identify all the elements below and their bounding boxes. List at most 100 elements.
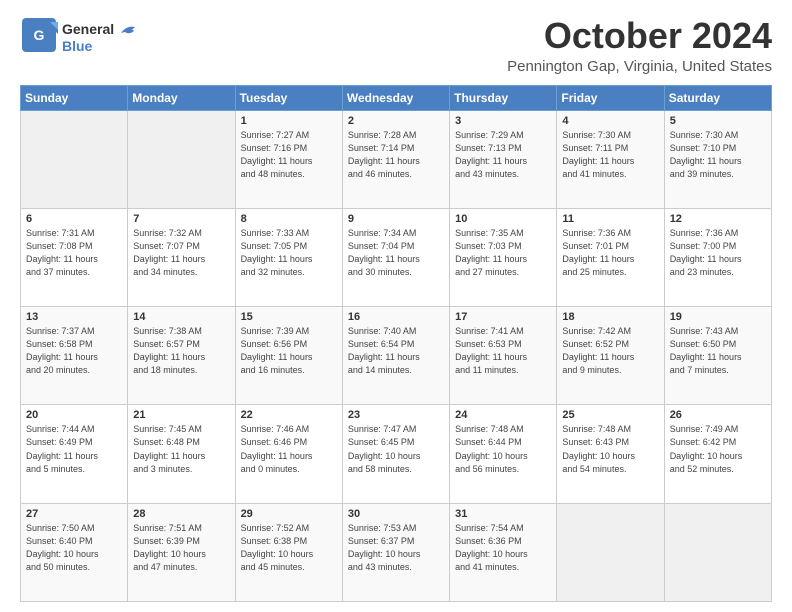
svg-text:G: G xyxy=(34,27,45,43)
logo-blue: Blue xyxy=(62,38,137,55)
calendar-week-row: 20 Sunrise: 7:44 AM Sunset: 6:49 PM Dayli… xyxy=(21,405,772,503)
day-number: 26 xyxy=(670,409,766,421)
day-number: 30 xyxy=(348,508,444,520)
day-info: Sunrise: 7:38 AM Sunset: 6:57 PM Dayligh… xyxy=(133,325,229,377)
weekday-header-tuesday: Tuesday xyxy=(235,85,342,110)
day-number: 18 xyxy=(562,311,658,323)
calendar-cell: 26 Sunrise: 7:49 AM Sunset: 6:42 PM Dayli… xyxy=(664,405,771,503)
day-info: Sunrise: 7:48 AM Sunset: 6:43 PM Dayligh… xyxy=(562,423,658,475)
month-title: October 2024 xyxy=(507,16,772,56)
day-info: Sunrise: 7:33 AM Sunset: 7:05 PM Dayligh… xyxy=(241,227,337,279)
weekday-header-wednesday: Wednesday xyxy=(342,85,449,110)
calendar-table: SundayMondayTuesdayWednesdayThursdayFrid… xyxy=(20,85,772,602)
day-number: 5 xyxy=(670,115,766,127)
day-number: 4 xyxy=(562,115,658,127)
day-number: 9 xyxy=(348,213,444,225)
calendar-cell: 15Sunrise: 7:39 AM Sunset: 6:56 PM Dayli… xyxy=(235,307,342,405)
calendar-cell: 11 Sunrise: 7:36 AM Sunset: 7:01 PM Dayli… xyxy=(557,208,664,306)
day-info: Sunrise: 7:41 AM Sunset: 6:53 PM Dayligh… xyxy=(455,325,551,377)
day-info: Sunrise: 7:44 AM Sunset: 6:49 PM Dayligh… xyxy=(26,423,122,475)
day-info: Sunrise: 7:53 AM Sunset: 6:37 PM Dayligh… xyxy=(348,522,444,574)
calendar-cell: 13 Sunrise: 7:37 AM Sunset: 6:58 PM Dayli… xyxy=(21,307,128,405)
day-info: Sunrise: 7:30 AM Sunset: 7:10 PM Dayligh… xyxy=(670,129,766,181)
calendar-cell: 17Sunrise: 7:41 AM Sunset: 6:53 PM Dayli… xyxy=(450,307,557,405)
calendar-week-row: 6Sunrise: 7:31 AM Sunset: 7:08 PM Daylig… xyxy=(21,208,772,306)
calendar-cell: 20 Sunrise: 7:44 AM Sunset: 6:49 PM Dayli… xyxy=(21,405,128,503)
day-number: 22 xyxy=(241,409,337,421)
calendar-cell: 12Sunrise: 7:36 AM Sunset: 7:00 PM Dayli… xyxy=(664,208,771,306)
day-number: 3 xyxy=(455,115,551,127)
calendar-cell: 1Sunrise: 7:27 AM Sunset: 7:16 PM Daylig… xyxy=(235,110,342,208)
calendar-cell: 18 Sunrise: 7:42 AM Sunset: 6:52 PM Dayli… xyxy=(557,307,664,405)
calendar-cell xyxy=(128,110,235,208)
day-number: 1 xyxy=(241,115,337,127)
day-info: Sunrise: 7:52 AM Sunset: 6:38 PM Dayligh… xyxy=(241,522,337,574)
logo: G General Blue xyxy=(20,16,137,59)
day-number: 11 xyxy=(562,213,658,225)
calendar-cell: 3Sunrise: 7:29 AM Sunset: 7:13 PM Daylig… xyxy=(450,110,557,208)
day-info: Sunrise: 7:43 AM Sunset: 6:50 PM Dayligh… xyxy=(670,325,766,377)
calendar-cell: 16Sunrise: 7:40 AM Sunset: 6:54 PM Dayli… xyxy=(342,307,449,405)
calendar-cell: 5 Sunrise: 7:30 AM Sunset: 7:10 PM Daylig… xyxy=(664,110,771,208)
day-info: Sunrise: 7:46 AM Sunset: 6:46 PM Dayligh… xyxy=(241,423,337,475)
day-info: Sunrise: 7:51 AM Sunset: 6:39 PM Dayligh… xyxy=(133,522,229,574)
day-info: Sunrise: 7:35 AM Sunset: 7:03 PM Dayligh… xyxy=(455,227,551,279)
day-number: 13 xyxy=(26,311,122,323)
day-info: Sunrise: 7:49 AM Sunset: 6:42 PM Dayligh… xyxy=(670,423,766,475)
calendar-cell: 23 Sunrise: 7:47 AM Sunset: 6:45 PM Dayli… xyxy=(342,405,449,503)
calendar-cell: 10 Sunrise: 7:35 AM Sunset: 7:03 PM Dayli… xyxy=(450,208,557,306)
day-number: 27 xyxy=(26,508,122,520)
day-info: Sunrise: 7:36 AM Sunset: 7:01 PM Dayligh… xyxy=(562,227,658,279)
logo-bird-icon xyxy=(119,23,137,37)
day-number: 29 xyxy=(241,508,337,520)
day-number: 8 xyxy=(241,213,337,225)
weekday-header-sunday: Sunday xyxy=(21,85,128,110)
day-info: Sunrise: 7:31 AM Sunset: 7:08 PM Dayligh… xyxy=(26,227,122,279)
day-info: Sunrise: 7:32 AM Sunset: 7:07 PM Dayligh… xyxy=(133,227,229,279)
calendar-cell: 29 Sunrise: 7:52 AM Sunset: 6:38 PM Dayli… xyxy=(235,503,342,601)
calendar-cell: 7Sunrise: 7:32 AM Sunset: 7:07 PM Daylig… xyxy=(128,208,235,306)
calendar-cell xyxy=(21,110,128,208)
logo-icon: G xyxy=(20,16,58,54)
day-number: 31 xyxy=(455,508,551,520)
weekday-header-saturday: Saturday xyxy=(664,85,771,110)
day-number: 21 xyxy=(133,409,229,421)
day-info: Sunrise: 7:37 AM Sunset: 6:58 PM Dayligh… xyxy=(26,325,122,377)
calendar-cell: 25Sunrise: 7:48 AM Sunset: 6:43 PM Dayli… xyxy=(557,405,664,503)
day-info: Sunrise: 7:48 AM Sunset: 6:44 PM Dayligh… xyxy=(455,423,551,475)
calendar-cell: 9 Sunrise: 7:34 AM Sunset: 7:04 PM Daylig… xyxy=(342,208,449,306)
calendar-cell: 31Sunrise: 7:54 AM Sunset: 6:36 PM Dayli… xyxy=(450,503,557,601)
day-info: Sunrise: 7:45 AM Sunset: 6:48 PM Dayligh… xyxy=(133,423,229,475)
day-number: 14 xyxy=(133,311,229,323)
calendar-cell: 19Sunrise: 7:43 AM Sunset: 6:50 PM Dayli… xyxy=(664,307,771,405)
calendar-cell: 2 Sunrise: 7:28 AM Sunset: 7:14 PM Daylig… xyxy=(342,110,449,208)
day-number: 24 xyxy=(455,409,551,421)
day-info: Sunrise: 7:47 AM Sunset: 6:45 PM Dayligh… xyxy=(348,423,444,475)
day-number: 15 xyxy=(241,311,337,323)
calendar-cell: 28Sunrise: 7:51 AM Sunset: 6:39 PM Dayli… xyxy=(128,503,235,601)
calendar-cell: 4Sunrise: 7:30 AM Sunset: 7:11 PM Daylig… xyxy=(557,110,664,208)
weekday-header-thursday: Thursday xyxy=(450,85,557,110)
calendar-cell: 30 Sunrise: 7:53 AM Sunset: 6:37 PM Dayli… xyxy=(342,503,449,601)
day-number: 2 xyxy=(348,115,444,127)
day-info: Sunrise: 7:50 AM Sunset: 6:40 PM Dayligh… xyxy=(26,522,122,574)
calendar-cell: 22 Sunrise: 7:46 AM Sunset: 6:46 PM Dayli… xyxy=(235,405,342,503)
weekday-header-monday: Monday xyxy=(128,85,235,110)
calendar-cell: 8 Sunrise: 7:33 AM Sunset: 7:05 PM Daylig… xyxy=(235,208,342,306)
day-number: 16 xyxy=(348,311,444,323)
page: G General Blue October 2024 Pennington G… xyxy=(0,0,792,612)
calendar-week-row: 1Sunrise: 7:27 AM Sunset: 7:16 PM Daylig… xyxy=(21,110,772,208)
day-number: 20 xyxy=(26,409,122,421)
header: G General Blue October 2024 Pennington G… xyxy=(20,16,772,75)
calendar-week-row: 27 Sunrise: 7:50 AM Sunset: 6:40 PM Dayli… xyxy=(21,503,772,601)
day-info: Sunrise: 7:36 AM Sunset: 7:00 PM Dayligh… xyxy=(670,227,766,279)
day-info: Sunrise: 7:28 AM Sunset: 7:14 PM Dayligh… xyxy=(348,129,444,181)
day-info: Sunrise: 7:42 AM Sunset: 6:52 PM Dayligh… xyxy=(562,325,658,377)
weekday-header-friday: Friday xyxy=(557,85,664,110)
day-number: 10 xyxy=(455,213,551,225)
calendar-cell: 27 Sunrise: 7:50 AM Sunset: 6:40 PM Dayli… xyxy=(21,503,128,601)
calendar-cell xyxy=(557,503,664,601)
day-number: 23 xyxy=(348,409,444,421)
location-subtitle: Pennington Gap, Virginia, United States xyxy=(507,58,772,75)
day-info: Sunrise: 7:34 AM Sunset: 7:04 PM Dayligh… xyxy=(348,227,444,279)
